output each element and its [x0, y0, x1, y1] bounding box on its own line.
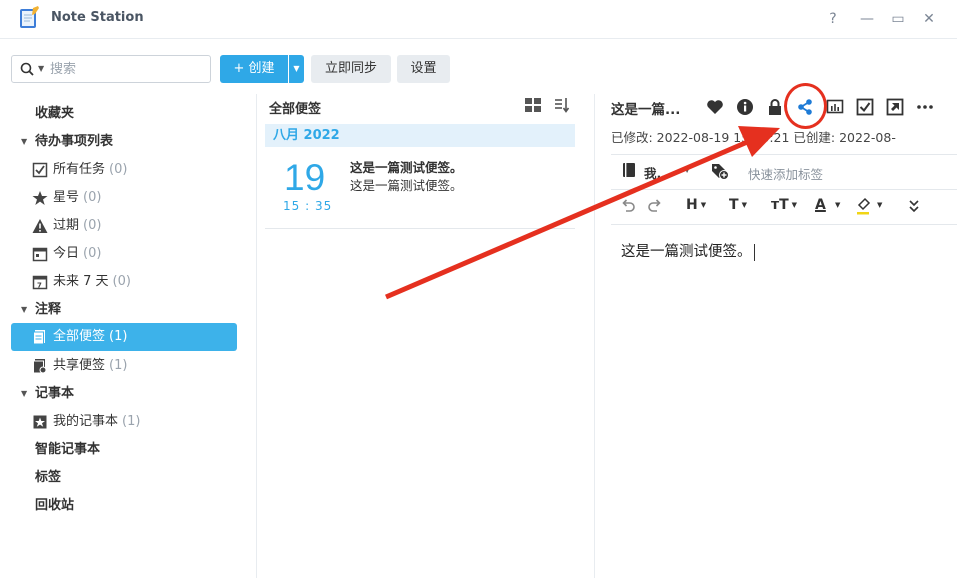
sidebar-item-next-7-days[interactable]: 7 未来 7 天 (0) [11, 268, 237, 296]
redo-icon[interactable] [647, 197, 663, 215]
note-date-day: 19 [284, 157, 326, 198]
sidebar-group-notebooks[interactable]: ▼ 记事本 [11, 380, 237, 408]
open-external-icon[interactable] [886, 98, 904, 116]
notebook-star-icon [33, 415, 47, 429]
calendar-icon [32, 247, 48, 262]
grid-view-icon[interactable] [525, 98, 541, 112]
search-icon [20, 62, 34, 76]
sync-now-button[interactable]: 立即同步 [311, 55, 391, 83]
note-title[interactable]: 这是一篇... [611, 98, 680, 118]
note-item-title: 这是一篇测试便签。 [350, 160, 463, 175]
sidebar-item-tags[interactable]: 标签 [11, 464, 237, 492]
checkbox-icon [32, 162, 48, 178]
note-body[interactable]: 这是一篇测试便签。 [621, 240, 755, 261]
sidebar-item-starred[interactable]: 星号 (0) [11, 184, 237, 212]
sidebar-item-all-notes[interactable]: 全部便签 (1) [11, 323, 237, 351]
note-list-panel: 全部便签 八月 2022 19 15 : 35 这是一篇测试便签。 这是一篇测试… [258, 94, 595, 578]
title-bar: Note Station ? — ▭ ✕ [0, 0, 957, 38]
divider [611, 154, 957, 155]
note-time: 15 : 35 [283, 199, 333, 213]
search-input[interactable] [50, 60, 200, 78]
annotation-circle [784, 83, 827, 129]
lock-icon[interactable] [766, 98, 784, 116]
heart-icon[interactable] [706, 98, 724, 116]
create-button[interactable]: + 创建 [220, 55, 288, 83]
chevron-down-icon[interactable]: ▼ [684, 165, 690, 174]
sidebar-item-trash[interactable]: 回收站 [11, 492, 237, 520]
info-icon[interactable] [736, 98, 754, 116]
note-station-app-icon [20, 6, 39, 28]
notes-icon [33, 330, 45, 345]
divider [611, 189, 957, 190]
note-list-item[interactable]: 19 15 : 35 这是一篇测试便签。 这是一篇测试便签。 [265, 147, 575, 229]
heading-dropdown[interactable]: H ▼ [686, 197, 706, 215]
create-dropdown-button[interactable]: ▼ [289, 55, 304, 83]
collapse-triangle-icon[interactable]: ▼ [21, 296, 27, 324]
presentation-icon[interactable] [826, 98, 844, 116]
more-options-icon[interactable] [916, 98, 934, 116]
sidebar-item-favorites[interactable]: 收藏夹 [11, 100, 237, 128]
quick-add-tag-input[interactable]: 快速添加标签 [748, 164, 823, 183]
undo-icon[interactable] [620, 197, 636, 215]
calendar-week-icon: 7 [32, 275, 48, 290]
sidebar-item-today[interactable]: 今日 (0) [11, 240, 237, 268]
sidebar-group-notes[interactable]: ▼ 注释 [11, 296, 237, 324]
note-timestamps: 已修改: 2022-08-19 15:35:21 已创建: 2022-08- [611, 130, 896, 145]
search-options-caret-icon[interactable]: ▼ [38, 64, 44, 73]
note-item-preview: 这是一篇测试便签。 [350, 178, 463, 193]
search-box[interactable]: ▼ [11, 55, 211, 83]
collapse-triangle-icon[interactable]: ▼ [21, 128, 27, 156]
sidebar: 收藏夹 ▼ 待办事项列表 所有任务 (0) 星号 (0) 过期 (0) 今日 (0) [0, 94, 257, 578]
notebook-selector[interactable]: 我... [644, 163, 671, 182]
sidebar-item-shared-notes[interactable]: 共享便签 (1) [11, 352, 237, 380]
chevron-down-icon[interactable]: ▼ [832, 197, 840, 215]
settings-button[interactable]: 设置 [397, 55, 450, 83]
shared-notes-icon [33, 359, 47, 374]
window-title: Note Station [51, 10, 144, 25]
note-list-title: 全部便签 [269, 102, 322, 117]
svg-text:7: 7 [37, 282, 42, 290]
sidebar-group-todo[interactable]: ▼ 待办事项列表 [11, 128, 237, 156]
sort-icon[interactable] [554, 97, 570, 113]
notebook-icon [623, 163, 635, 177]
title-divider [0, 38, 957, 39]
minimize-button[interactable]: — [857, 9, 877, 29]
divider [611, 224, 957, 225]
help-button[interactable]: ? [823, 9, 843, 29]
font-color-dropdown[interactable]: A [815, 197, 826, 215]
collapse-triangle-icon[interactable]: ▼ [21, 380, 27, 408]
add-tag-icon[interactable] [710, 162, 730, 180]
close-button[interactable]: ✕ [919, 9, 939, 29]
month-group-header: 八月 2022 [265, 124, 575, 147]
sidebar-item-smart-notebook[interactable]: 智能记事本 [11, 436, 237, 464]
note-editor: 这是一篇... 已修改: 2022-08-19 15:35:21 已创建: 20… [596, 94, 957, 578]
chevron-down-icon[interactable]: ▼ [874, 197, 882, 215]
font-size-dropdown[interactable]: тT ▼ [771, 197, 797, 215]
expand-toolbar-icon[interactable] [907, 197, 921, 215]
highlighter-icon[interactable] [856, 197, 872, 215]
warning-icon [32, 219, 48, 233]
checkbox-task-icon[interactable] [856, 98, 874, 116]
sidebar-item-all-tasks[interactable]: 所有任务 (0) [11, 156, 237, 184]
text-style-dropdown[interactable]: T ▼ [729, 197, 747, 215]
sidebar-item-overdue[interactable]: 过期 (0) [11, 212, 237, 240]
sidebar-item-my-notebook[interactable]: 我的记事本 (1) [11, 408, 237, 436]
text-cursor [753, 243, 755, 261]
maximize-button[interactable]: ▭ [888, 9, 908, 29]
star-icon [32, 191, 48, 205]
